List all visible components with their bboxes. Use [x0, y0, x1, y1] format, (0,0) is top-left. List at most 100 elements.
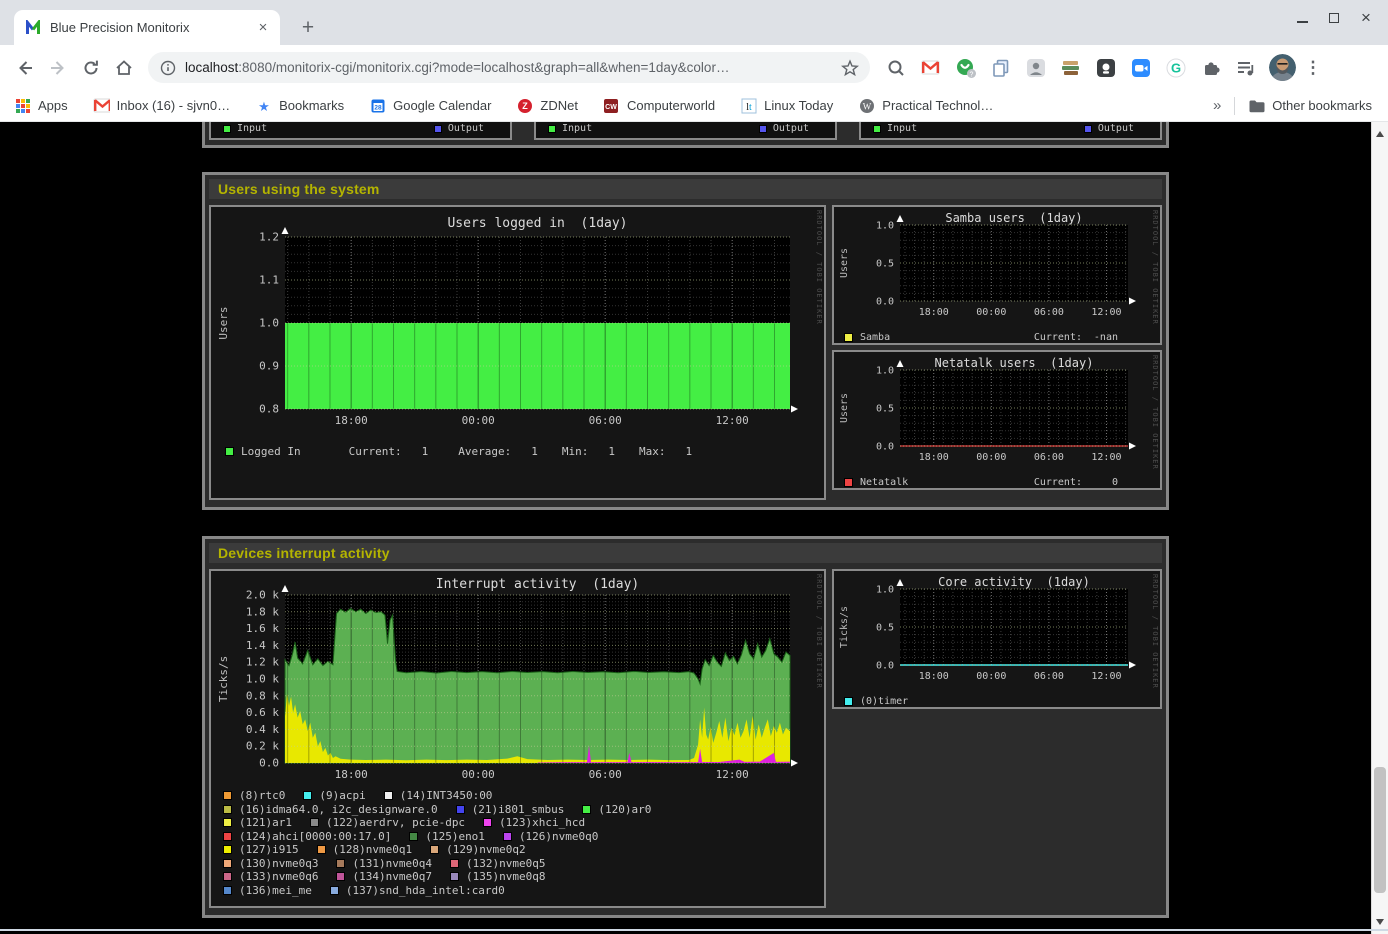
- maximize-button[interactable]: [1318, 5, 1350, 31]
- copy-pages-icon[interactable]: [987, 54, 1014, 81]
- svg-text:Interrupt activity (1day): Interrupt activity (1day): [436, 577, 640, 592]
- svg-text:18:00: 18:00: [919, 307, 949, 318]
- bookmark-item[interactable]: ltLinux Today: [740, 97, 833, 114]
- interrupt-legend-row: (8)rtc0(9)acpi(14)INT3450:00: [223, 789, 822, 803]
- close-button[interactable]: ×: [1350, 5, 1382, 31]
- bookmarks-bar: Apps Inbox (16) - sjvn0… ★Bookmarks 28Googl…: [0, 90, 1388, 122]
- svg-text:06:00: 06:00: [1034, 671, 1064, 682]
- svg-text:1.8 k: 1.8 k: [246, 605, 279, 618]
- legend-swatch: [336, 872, 345, 881]
- svg-text:W: W: [863, 101, 872, 111]
- new-tab-button[interactable]: +: [294, 14, 322, 42]
- home-button[interactable]: [107, 51, 140, 85]
- profile-avatar[interactable]: [1269, 54, 1296, 81]
- users-section: Users using the system 1.21.11.00.90.818…: [202, 172, 1169, 510]
- lamp-icon[interactable]: [1092, 54, 1119, 81]
- bookmark-item[interactable]: 28Google Calendar: [369, 97, 491, 114]
- svg-text:Users: Users: [217, 306, 230, 339]
- svg-text:1.1: 1.1: [259, 274, 279, 287]
- svg-text:18:00: 18:00: [335, 414, 368, 427]
- bookmark-label: Practical Technol…: [882, 98, 993, 113]
- legend-swatch: [330, 886, 339, 895]
- grammarly-icon[interactable]: G: [1162, 54, 1189, 81]
- back-button[interactable]: [8, 51, 41, 85]
- gmail-icon[interactable]: [917, 54, 944, 81]
- calendar-icon: 28: [369, 97, 386, 114]
- bookmarks-overflow-chevron[interactable]: »: [1213, 97, 1221, 114]
- profile-placeholder-icon[interactable]: [1022, 54, 1049, 81]
- tab-title: Blue Precision Monitorix: [50, 20, 254, 35]
- rrdtool-watermark: RRDTOOL / TOBI OETIKER: [1151, 355, 1159, 470]
- network-graph-panel-partial[interactable]: InputOutput: [534, 122, 837, 140]
- svg-text:Users: Users: [839, 248, 850, 278]
- legend-item: (8)rtc0: [223, 789, 285, 803]
- legend-item: (121)ar1: [223, 816, 292, 830]
- legend-item: (133)nvme0q6: [223, 870, 318, 884]
- zoom-icon[interactable]: [1127, 54, 1154, 81]
- playlist-icon[interactable]: [1232, 54, 1259, 81]
- svg-text:Ticks/s: Ticks/s: [217, 656, 230, 702]
- legend-item: (21)i801_smbus: [456, 803, 565, 817]
- tab-close-icon[interactable]: ×: [254, 19, 272, 37]
- other-bookmarks-button[interactable]: Other bookmarks: [1248, 97, 1372, 114]
- legend-swatch: [759, 125, 767, 133]
- svg-text:Ticks/s: Ticks/s: [839, 606, 850, 648]
- legend-item: (16)idma64.0, i2c_designware.0: [223, 803, 438, 817]
- minimize-button[interactable]: [1286, 5, 1318, 31]
- legend-swatch: [450, 859, 459, 868]
- legend-item: (134)nvme0q7: [336, 870, 431, 884]
- books-icon[interactable]: [1057, 54, 1084, 81]
- svg-text:Users logged in (1day): Users logged in (1day): [447, 216, 627, 231]
- users-logged-in-chart[interactable]: 1.21.11.00.90.818:0000:0006:0012:00Users…: [213, 209, 822, 433]
- bookmark-item[interactable]: W Practical Technol…: [858, 97, 993, 114]
- legend-swatch: [336, 859, 345, 868]
- interrupt-legend-row: (127)i915(128)nvme0q1(129)nvme0q2: [223, 843, 822, 857]
- legend-swatch: [310, 818, 319, 827]
- zdnet-icon: Z: [516, 97, 533, 114]
- search-icon[interactable]: [882, 54, 909, 81]
- svg-text:★: ★: [258, 99, 270, 114]
- browser-tab[interactable]: Blue Precision Monitorix ×: [14, 10, 280, 45]
- reload-button[interactable]: [74, 51, 107, 85]
- bookmark-item[interactable]: ZZDNet: [516, 97, 578, 114]
- voice-icon[interactable]: ?: [952, 54, 979, 81]
- bookmark-item[interactable]: Apps: [14, 97, 68, 114]
- legend-swatch: [483, 818, 492, 827]
- forward-button[interactable]: [41, 51, 74, 85]
- samba-users-chart[interactable]: 1.00.50.018:0000:0006:0012:00Samba users…: [836, 209, 1158, 321]
- svg-text:00:00: 00:00: [976, 452, 1006, 463]
- bookmark-item[interactable]: ★Bookmarks: [255, 97, 344, 114]
- svg-text:18:00: 18:00: [919, 452, 949, 463]
- scroll-thumb[interactable]: [1374, 767, 1386, 893]
- bookmark-item[interactable]: Inbox (16) - sjvn0…: [93, 97, 230, 114]
- legend-swatch: [223, 845, 232, 854]
- page-info-icon[interactable]: [158, 60, 178, 76]
- netatalk-legend: NetatalkCurrent:0: [844, 476, 1154, 490]
- svg-text:2.0 k: 2.0 k: [246, 589, 279, 602]
- svg-text:00:00: 00:00: [976, 307, 1006, 318]
- scroll-up-button[interactable]: [1372, 124, 1388, 140]
- network-graph-panel-partial[interactable]: InputOutput: [859, 122, 1162, 140]
- url-path: :8080/monitorix-cgi/monitorix.cgi?mode=l…: [238, 60, 729, 75]
- network-graph-panel-partial[interactable]: InputOutput: [209, 122, 512, 140]
- legend-stat: Current:1: [349, 445, 429, 459]
- svg-text:Netatalk users (1day): Netatalk users (1day): [935, 356, 1094, 370]
- netatalk-users-chart[interactable]: 1.00.50.018:0000:0006:0012:00Netatalk us…: [836, 354, 1158, 466]
- svg-text:0.8 k: 0.8 k: [246, 689, 279, 702]
- linuxtoday-icon: lt: [740, 97, 757, 114]
- wordpress-icon: W: [858, 97, 875, 114]
- legend-item: (125)eno1: [409, 830, 485, 844]
- core-activity-chart[interactable]: 1.00.50.018:0000:0006:0012:00Core activi…: [836, 573, 1158, 685]
- legend-item: (126)nvme0q0: [503, 830, 598, 844]
- address-bar[interactable]: localhost:8080/monitorix-cgi/monitorix.c…: [148, 52, 870, 83]
- puzzle-icon[interactable]: [1197, 54, 1224, 81]
- bookmark-star-icon[interactable]: [840, 59, 860, 77]
- interrupt-activity-chart[interactable]: 2.0 k1.8 k1.6 k1.4 k1.2 k1.0 k0.8 k0.6 k…: [213, 573, 822, 785]
- menu-kebab-icon[interactable]: ⋮: [1302, 58, 1324, 78]
- svg-text:Core activity (1day): Core activity (1day): [938, 575, 1090, 589]
- svg-text:0.4 k: 0.4 k: [246, 723, 279, 736]
- legend-item: (124)ahci[0000:00:17.0]: [223, 830, 391, 844]
- legend-item: (132)nvme0q5: [450, 857, 545, 871]
- bookmark-item[interactable]: CWComputerworld: [603, 97, 715, 114]
- svg-text:1.0: 1.0: [876, 585, 894, 596]
